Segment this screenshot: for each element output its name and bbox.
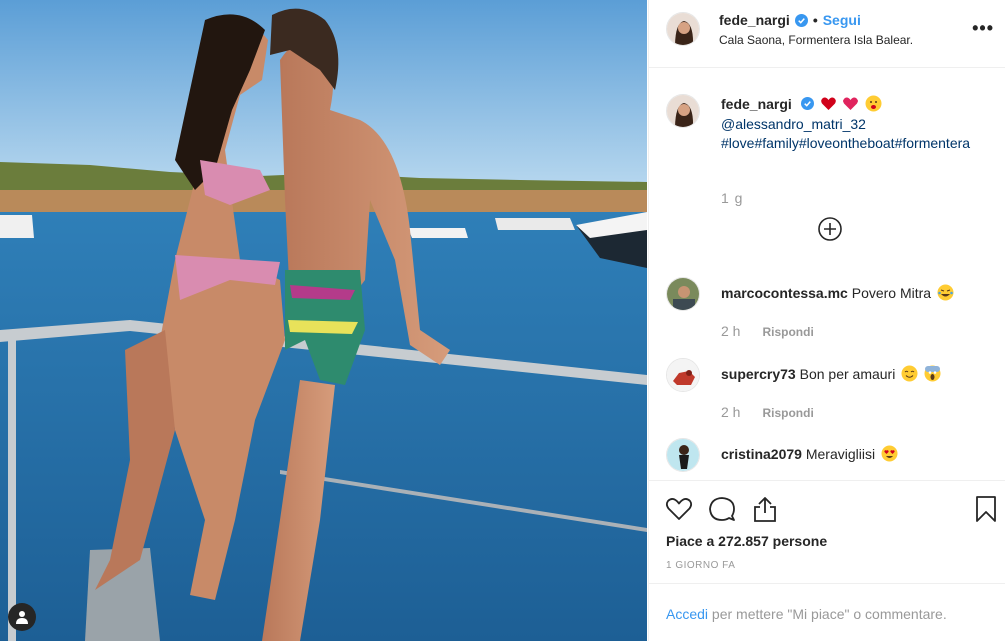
reply-button[interactable]: Rispondi <box>762 404 813 420</box>
bookmark-icon[interactable] <box>971 494 1001 524</box>
red-heart-emoji-icon <box>820 97 836 110</box>
comment-meta: 2 h Rispondi <box>721 404 814 420</box>
verified-badge-icon <box>794 13 808 27</box>
comment-username[interactable]: supercry73 <box>721 366 796 382</box>
post-header: fede_nargi • Segui Cala Saona, Formenter… <box>649 0 1005 68</box>
comment-time: 2 h <box>721 323 741 339</box>
comment-text-row: marcocontessa.mc Povero Mitra <box>721 284 954 301</box>
comment-avatar[interactable] <box>666 438 700 472</box>
comment-username[interactable]: cristina2079 <box>721 446 802 462</box>
login-message: Accedi per mettere "Mi piace" o commenta… <box>666 606 947 622</box>
comment-text: Povero Mitra <box>851 285 932 301</box>
comment-text: Meravigliisi <box>805 446 876 462</box>
likes-count[interactable]: Piace a 272.857 persone <box>666 533 827 549</box>
comment-text: Bon per amauri <box>799 366 896 382</box>
more-options-icon[interactable]: ••• <box>972 18 994 39</box>
caption-time: 1 g <box>721 190 744 206</box>
post-photo[interactable] <box>0 0 647 641</box>
author-username[interactable]: fede_nargi <box>719 12 790 28</box>
screaming-face-emoji-icon <box>924 365 941 382</box>
load-more-comments-icon[interactable] <box>817 216 843 242</box>
caption-avatar[interactable] <box>666 94 700 128</box>
login-message-text: per mettere "Mi piace" o commentare. <box>711 606 947 622</box>
separator-dot: • <box>812 12 818 28</box>
comment-icon[interactable] <box>707 494 737 524</box>
post-actions: Piace a 272.857 persone 1 GIORNO FA <box>649 480 1005 580</box>
heart-eyes-emoji-icon <box>881 445 898 462</box>
login-link[interactable]: Accedi <box>666 606 708 622</box>
follow-button[interactable]: Segui <box>823 12 861 28</box>
author-avatar[interactable] <box>666 12 700 46</box>
beating-heart-emoji-icon <box>843 97 859 110</box>
heart-icon[interactable] <box>664 494 694 524</box>
caption-hashtags[interactable]: #love#family#loveontheboat#formentera <box>721 135 970 151</box>
caption-text: fede_nargi @alessandro_matri_32 #love#fa… <box>721 95 986 154</box>
comment-avatar[interactable] <box>666 358 700 392</box>
comment-time: 2 h <box>721 404 741 420</box>
smiling-face-emoji-icon <box>901 365 918 382</box>
header-user-row: fede_nargi • Segui <box>719 12 861 28</box>
comment-meta: 2 h Rispondi <box>721 323 814 339</box>
photo-illustration <box>0 0 647 641</box>
comment-text-row: supercry73 Bon per amauri <box>721 365 941 382</box>
reply-button[interactable]: Rispondi <box>762 323 813 339</box>
user-tag-icon[interactable] <box>8 603 36 631</box>
caption-username[interactable]: fede_nargi <box>721 96 792 112</box>
post-date: 1 GIORNO FA <box>666 560 736 571</box>
comment-username[interactable]: marcocontessa.mc <box>721 285 848 301</box>
comments-section[interactable]: fede_nargi @alessandro_matri_32 #love#fa… <box>649 69 1005 479</box>
kissing-face-emoji-icon <box>865 95 882 112</box>
verified-badge-icon <box>800 97 814 110</box>
comment-avatar[interactable] <box>666 277 700 311</box>
login-prompt: Accedi per mettere "Mi piace" o commenta… <box>649 583 1005 641</box>
laughing-tears-emoji-icon <box>937 284 954 301</box>
caption-mention[interactable]: @alessandro_matri_32 <box>721 116 866 132</box>
comment-text-row: cristina2079 Meravigliisi <box>721 445 898 462</box>
post-side-panel: fede_nargi • Segui Cala Saona, Formenter… <box>648 0 1005 641</box>
post-location[interactable]: Cala Saona, Formentera Isla Balear. <box>719 33 913 47</box>
share-icon[interactable] <box>750 494 780 524</box>
